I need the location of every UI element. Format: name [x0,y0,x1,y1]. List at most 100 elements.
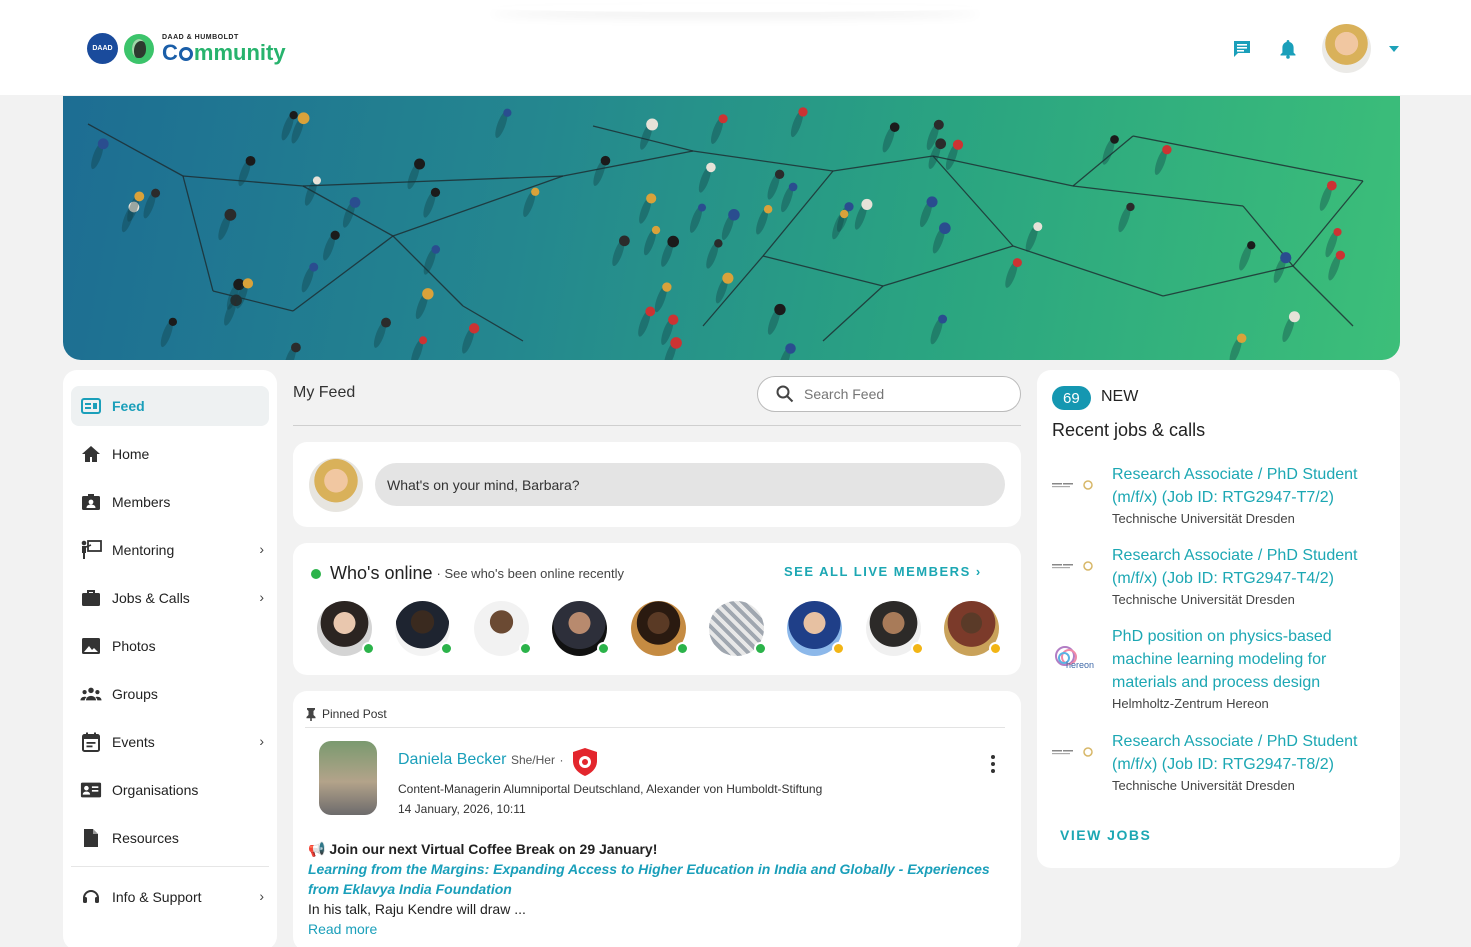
status-dot-icon [832,642,846,655]
sidebar-item-events[interactable]: Events › [71,722,269,762]
job-organisation: Technische Universität Dresden [1112,511,1295,526]
sidebar-item-photos[interactable]: Photos [71,626,269,666]
online-member-avatar[interactable] [317,601,375,656]
sidebar-item-resources[interactable]: Resources [71,818,269,858]
user-avatar[interactable] [1322,24,1371,73]
online-member-avatar[interactable] [630,601,689,656]
online-member-avatar[interactable] [708,601,767,656]
document-icon [80,827,102,849]
pinned-post-divider [305,727,1005,728]
sidebar-item-label: Home [112,446,150,462]
humboldt-portrait-icon [124,33,154,64]
author-pronouns: She/Her [510,753,555,767]
chevron-right-icon: › [259,733,264,749]
sidebar-item-label: Info & Support [112,889,202,905]
community-banner [63,96,1400,360]
status-dot-icon [440,642,454,655]
online-member-avatar[interactable] [865,601,924,656]
author-badge-icon [573,748,597,776]
bell-icon[interactable] [1276,37,1300,61]
job-title-link[interactable]: Research Associate / PhD Student (m/f/x)… [1112,730,1372,776]
sidebar-item-label: Mentoring [112,542,175,558]
pinned-post-label: Pinned Post [305,707,387,721]
status-dot-icon [362,642,375,655]
support-icon [80,886,102,908]
search-input[interactable] [804,386,994,402]
job-title-link[interactable]: PhD position on physics-based machine le… [1112,625,1372,694]
online-member-avatar[interactable] [944,601,1003,656]
job-organisation: Technische Universität Dresden [1112,778,1295,793]
feed-divider [293,425,1021,426]
author-name[interactable]: Daniela Becker [398,751,507,768]
online-indicator-icon [311,568,321,579]
account-menu-caret-icon[interactable] [1389,45,1399,52]
post-title-link[interactable]: Learning from the Margins: Expanding Acc… [308,859,998,899]
see-all-live-members-link[interactable]: SEE ALL LIVE MEMBERS › [784,564,982,579]
logo-title-a: C [162,39,178,65]
job-title-link[interactable]: Research Associate / PhD Student (m/f/x)… [1112,463,1372,509]
sidebar-item-label: Events [112,734,155,750]
online-member-avatar[interactable] [787,601,846,656]
sidebar-item-label: Photos [112,638,156,654]
post-excerpt: In his talk, Raju Kendre will draw ... [308,901,526,917]
daad-logo: DAAD [87,33,118,64]
logo-title-o [178,46,193,61]
sidebar-item-mentoring[interactable]: Mentoring › [71,530,269,570]
sidebar-item-label: Organisations [112,782,199,798]
sidebar-item-label: Jobs & Calls [112,590,190,606]
post-body: 📢 Join our next Virtual Coffee Break on … [308,839,998,939]
online-member-avatar[interactable] [395,601,454,656]
sidebar-item-members[interactable]: Members [71,482,269,522]
logo-wordmark: DAAD & HUMBOLDT Cmmunity [162,34,286,64]
photo-icon [80,635,102,657]
post-date: 14 January, 2026, 10:11 [398,802,526,816]
sidebar-item-home[interactable]: Home [71,434,269,474]
feed-title: My Feed [293,384,356,401]
composer-avatar [309,458,363,512]
sidebar-item-groups[interactable]: Groups [71,674,269,714]
sidebar-item-feed[interactable]: Feed [71,386,269,426]
online-member-avatar[interactable] [473,601,532,656]
logo-title: Cmmunity [162,39,286,65]
sidebar-item-organisations[interactable]: Organisations [71,770,269,810]
groups-icon [80,683,102,705]
status-dot-icon [518,642,532,655]
community-logo[interactable]: DAAD DAAD & HUMBOLDT Cmmunity [87,33,286,64]
new-jobs-count-badge: 69 [1052,386,1091,410]
chevron-right-icon: › [259,541,264,557]
whos-online-subtitle: · See who's been online recently [436,566,624,581]
members-icon [80,491,102,513]
home-icon [80,443,102,465]
job-title-link[interactable]: Research Associate / PhD Student (m/f/x)… [1112,544,1372,590]
post-menu-icon[interactable] [991,755,995,776]
sidebar-item-info-support[interactable]: Info & Support › [71,877,269,917]
sidebar-item-jobs-calls[interactable]: Jobs & Calls › [71,578,269,618]
header-shadow [490,4,980,12]
status-dot-icon [597,642,611,655]
recent-jobs-card: 69 NEW Recent jobs & calls Research Asso… [1037,370,1400,868]
nav-list: Feed Home Members Mentoring › Jobs & Calls › Ph… [63,386,277,858]
hereon-logo-text: hereon [1066,660,1095,670]
view-jobs-link[interactable]: VIEW JOBS [1060,827,1151,843]
hereon-logo: hereon [1052,637,1100,677]
whos-online-card: Who's online · See who's been online rec… [293,543,1021,675]
read-more-link[interactable]: Read more [308,919,998,939]
calendar-icon [80,731,102,753]
whos-online-header: Who's online · See who's been online rec… [311,563,624,584]
sidebar-item-label: Resources [112,830,179,846]
status-dot-icon [989,642,1003,655]
chevron-right-icon: › [259,888,264,904]
job-organisation: Helmholtz-Zentrum Hereon [1112,696,1269,711]
online-member-list [317,601,1023,656]
chat-icon[interactable] [1230,37,1254,61]
nav-divider [71,866,269,867]
online-member-avatar[interactable] [552,601,611,656]
sidebar-item-label: Members [112,494,171,510]
author-name-line: Daniela Becker She/Her · [398,751,563,769]
tud-logo [1052,742,1100,762]
author-avatar[interactable] [319,741,377,815]
feed-search[interactable] [757,376,1021,412]
compose-input[interactable]: What's on your mind, Barbara? [375,463,1005,506]
chevron-right-icon: › [259,589,264,605]
new-label: NEW [1101,388,1139,405]
